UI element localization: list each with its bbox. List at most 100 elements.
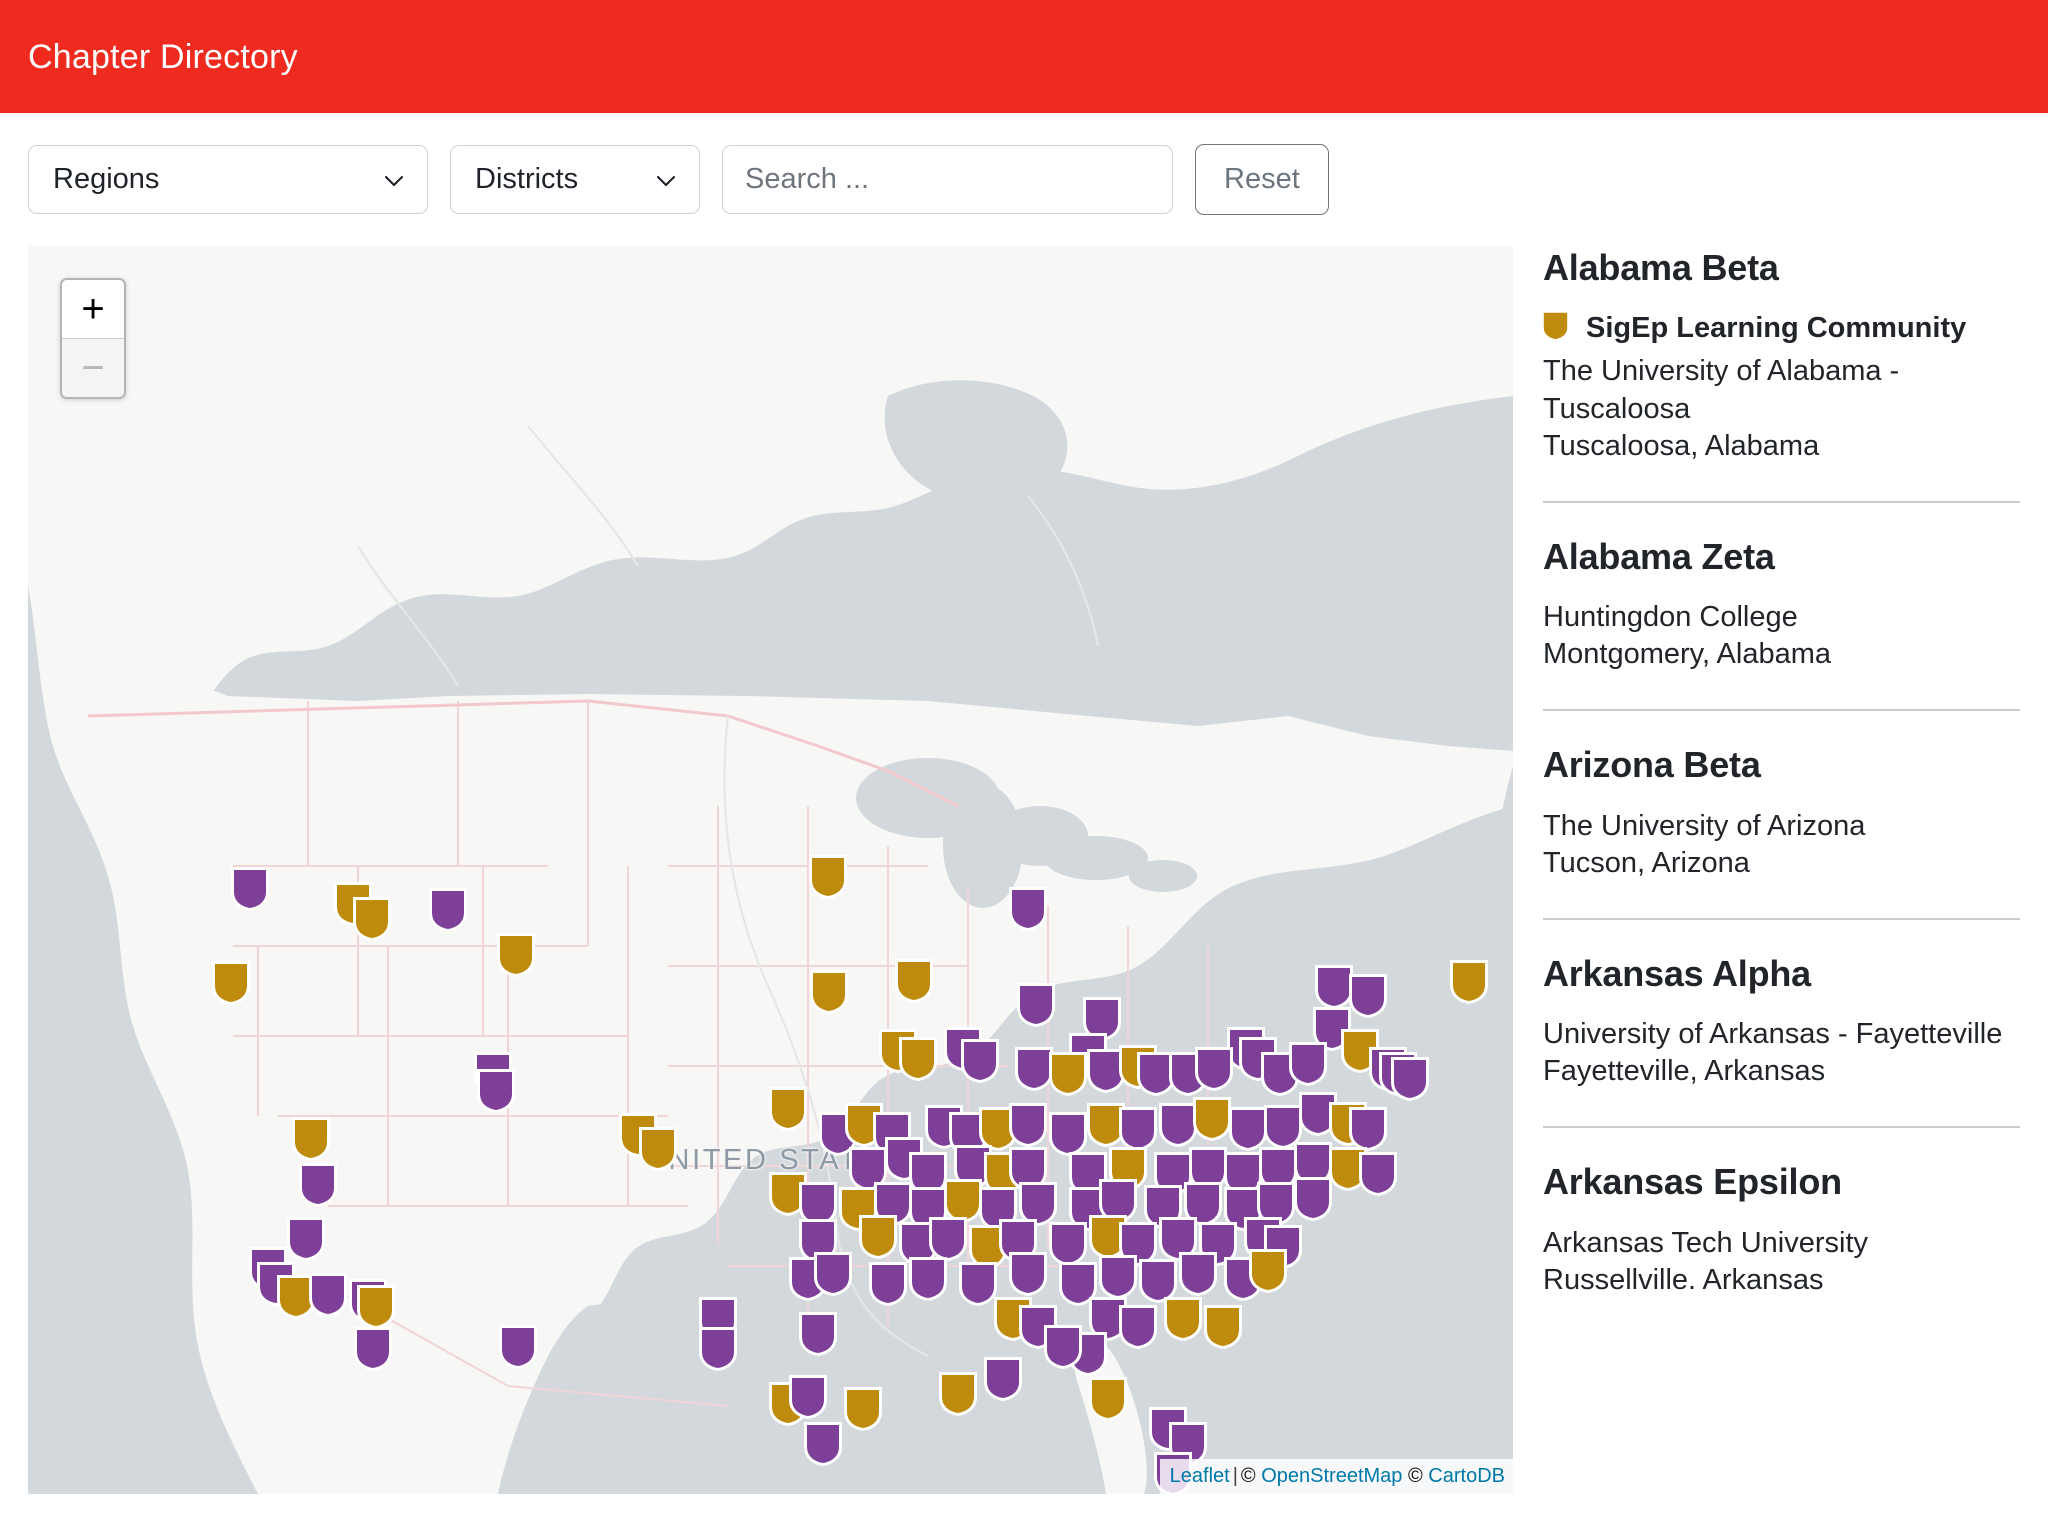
map-marker-learning-community[interactable] — [1088, 1376, 1128, 1422]
map-marker-learning-community[interactable] — [898, 1036, 938, 1082]
chapter-institution: Arkansas Tech University — [1543, 1225, 2020, 1262]
chapter-map[interactable]: UNITED STATESCUBA + − Leaflet|© OpenStre… — [28, 246, 1513, 1494]
map-marker-chapter[interactable] — [1008, 1251, 1048, 1297]
map-marker-chapter[interactable] — [1194, 1046, 1234, 1092]
chapter-location: Tucson, Arizona — [1543, 845, 2020, 882]
map-marker-chapter[interactable] — [698, 1326, 738, 1372]
chapter-divider — [1543, 918, 2020, 920]
map-marker-learning-community[interactable] — [1192, 1096, 1232, 1142]
map-marker-chapter[interactable] — [788, 1374, 828, 1420]
map-marker-learning-community[interactable] — [768, 1086, 808, 1132]
map-marker-learning-community[interactable] — [894, 958, 934, 1004]
map-marker-chapter[interactable] — [428, 887, 468, 933]
map-marker-chapter[interactable] — [1358, 1151, 1398, 1197]
chapter-institution: The University of Arizona — [1543, 808, 2020, 845]
map-marker-learning-community[interactable] — [352, 896, 392, 942]
regions-select[interactable]: Regions — [28, 145, 428, 214]
map-marker-learning-community[interactable] — [1449, 959, 1489, 1005]
osm-copyright-symbol: © — [1241, 1465, 1256, 1487]
map-marker-chapter[interactable] — [498, 1324, 538, 1370]
map-marker-chapter[interactable] — [958, 1261, 998, 1307]
chapter-badge: SigEp Learning Community — [1543, 310, 2020, 347]
map-marker-chapter[interactable] — [1288, 1041, 1328, 1087]
shield-icon — [1543, 312, 1568, 340]
chapter-location: Russellville. Arkansas — [1543, 1262, 2020, 1299]
map-marker-chapter[interactable] — [298, 1162, 338, 1208]
map-marker-chapter[interactable] — [230, 866, 270, 912]
chapter-list[interactable]: Alabama Beta SigEp Learning Community The … — [1543, 246, 2020, 1536]
map-marker-learning-community[interactable] — [1203, 1304, 1243, 1350]
regions-select-wrapper: Regions — [28, 145, 428, 214]
map-marker-learning-community[interactable] — [638, 1126, 678, 1172]
chapter-badge-label: SigEp Learning Community — [1586, 312, 1966, 344]
map-marker-learning-community[interactable] — [1163, 1296, 1203, 1342]
chapter-location: Fayetteville, Arkansas — [1543, 1053, 2020, 1090]
map-marker-chapter[interactable] — [868, 1261, 908, 1307]
attribution-separator: | — [1230, 1465, 1241, 1487]
map-marker-chapter[interactable] — [286, 1216, 326, 1262]
map-marker-learning-community[interactable] — [356, 1284, 396, 1330]
map-marker-learning-community[interactable] — [858, 1214, 898, 1260]
map-marker-learning-community[interactable] — [211, 960, 251, 1006]
districts-select[interactable]: Districts — [450, 145, 700, 214]
map-marker-learning-community[interactable] — [808, 854, 848, 900]
page-title: Chapter Directory — [28, 40, 298, 74]
search-input[interactable] — [722, 145, 1173, 214]
chapter-name: Arizona Beta — [1543, 745, 2020, 785]
map-marker-chapter[interactable] — [960, 1038, 1000, 1084]
map-marker-learning-community[interactable] — [496, 932, 536, 978]
map-marker-learning-community[interactable] — [1048, 1051, 1088, 1097]
leaflet-link[interactable]: Leaflet — [1170, 1465, 1230, 1487]
chapter-divider — [1543, 501, 2020, 503]
chapter-name: Alabama Beta — [1543, 248, 2020, 288]
filter-toolbar: Regions Districts Reset — [0, 113, 2048, 246]
chapter-card[interactable]: Alabama Beta SigEp Learning Community The … — [1543, 248, 2020, 465]
chapter-card[interactable]: Alabama ZetaHuntingdon CollegeMontgomery… — [1543, 537, 2020, 674]
map-attribution: Leaflet|© OpenStreetMap © CartoDB — [1160, 1459, 1513, 1494]
map-marker-chapter[interactable] — [798, 1311, 838, 1357]
map-marker-chapter[interactable] — [1348, 973, 1388, 1019]
map-marker-chapter[interactable] — [1390, 1056, 1430, 1102]
app-header: Chapter Directory — [0, 0, 2048, 113]
cartodb-link[interactable]: CartoDB — [1428, 1465, 1505, 1487]
carto-copyright-symbol: © — [1408, 1465, 1423, 1487]
chapter-location: Tuscaloosa, Alabama — [1543, 428, 2020, 465]
map-marker-chapter[interactable] — [1043, 1324, 1083, 1370]
map-marker-chapter[interactable] — [476, 1068, 516, 1114]
chapter-card[interactable]: Arkansas Epsilon Arkansas Tech University… — [1543, 1162, 2020, 1299]
map-marker-chapter[interactable] — [908, 1256, 948, 1302]
chapter-card[interactable]: Arizona Beta The University of ArizonaTuc… — [1543, 745, 2020, 882]
map-marker-learning-community[interactable] — [843, 1386, 883, 1432]
chapter-name: Arkansas Alpha — [1543, 954, 2020, 994]
map-marker-chapter[interactable] — [1178, 1251, 1218, 1297]
map-marker-learning-community[interactable] — [1248, 1248, 1288, 1294]
map-zoom-control[interactable]: + − — [60, 278, 126, 399]
map-marker-chapter[interactable] — [353, 1326, 393, 1372]
chapter-name: Arkansas Epsilon — [1543, 1162, 2020, 1202]
zoom-in-button[interactable]: + — [62, 280, 124, 338]
chapter-institution: University of Arkansas - Fayetteville — [1543, 1016, 2020, 1053]
map-marker-chapter[interactable] — [803, 1421, 843, 1467]
map-marker-chapter[interactable] — [1098, 1254, 1138, 1300]
map-marker-learning-community[interactable] — [809, 969, 849, 1015]
map-marker-chapter[interactable] — [813, 1251, 853, 1297]
map-marker-learning-community[interactable] — [291, 1116, 331, 1162]
map-marker-chapter[interactable] — [1008, 886, 1048, 932]
openstreetmap-link[interactable]: OpenStreetMap — [1261, 1465, 1402, 1487]
chapter-card[interactable]: Arkansas Alpha University of Arkansas - F… — [1543, 954, 2020, 1091]
map-marker-chapter[interactable] — [308, 1272, 348, 1318]
chapter-divider — [1543, 1126, 2020, 1128]
zoom-out-button[interactable]: − — [62, 338, 124, 397]
chapter-location: Montgomery, Alabama — [1543, 636, 2020, 673]
map-marker-chapter[interactable] — [983, 1356, 1023, 1402]
chapter-name: Alabama Zeta — [1543, 537, 2020, 577]
map-marker-chapter[interactable] — [1118, 1304, 1158, 1350]
map-marker-chapter[interactable] — [1293, 1176, 1333, 1222]
chapter-divider — [1543, 709, 2020, 711]
map-marker-chapter[interactable] — [1008, 1102, 1048, 1148]
reset-button[interactable]: Reset — [1195, 144, 1329, 215]
map-marker-learning-community[interactable] — [938, 1371, 978, 1417]
chapter-institution: The University of Alabama - Tuscaloosa — [1543, 353, 2020, 427]
main-content: UNITED STATESCUBA + − Leaflet|© OpenStre… — [0, 246, 2048, 1536]
map-marker-chapter[interactable] — [1016, 982, 1056, 1028]
